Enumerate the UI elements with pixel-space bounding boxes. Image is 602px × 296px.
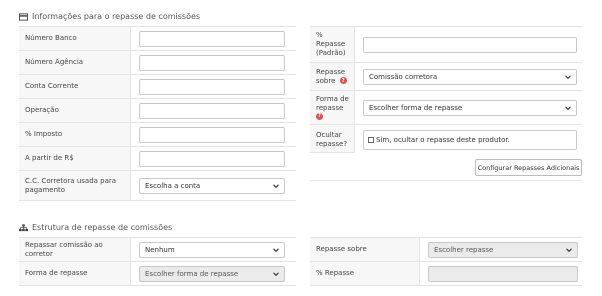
field-label: Repassar comissão ao corretor [19,238,131,261]
right-fields-table: % Repasse (Padrão) Repasse sobre ? Comis… [310,26,582,180]
repasse-sobre-select[interactable]: Comissão corretora [363,68,577,85]
chevron-down-icon [565,74,571,79]
numero-banco-input[interactable] [139,30,285,47]
chevron-down-icon [273,247,279,252]
configurar-repasses-button[interactable]: Configurar Repasses Adicionais [475,159,582,176]
field-row-conta-corrente: Conta Corrente [19,75,296,99]
field-row-numero-agencia: Número Agência [19,51,296,75]
estrutura-right-table: Repasse sobre Escolher repasse % Repasse [310,237,582,286]
chevron-down-icon [565,105,571,110]
credit-card-icon [19,12,28,21]
field-row-repasse-sobre-2: Repasse sobre Escolher repasse [310,238,582,262]
section-title-text: Estrutura de repasse de comissões [32,223,173,232]
chevron-down-icon [273,183,279,188]
repasse-sobre-select-2[interactable]: Escolher repasse [428,241,578,258]
operacao-input[interactable] [139,102,285,119]
select-value: Escolher repasse [434,245,494,254]
field-label: Ocultar repasse? [310,125,355,153]
percent-repasse-input[interactable] [363,36,577,53]
question-icon[interactable]: ? [316,113,323,120]
field-label: Repasse sobre [310,238,420,261]
field-row-percent-repasse-2: % Repasse [310,262,582,286]
sitemap-icon [19,223,28,231]
field-label: Forma de repasse [19,262,131,285]
conta-corrente-input[interactable] [139,78,285,95]
field-label: A partir de R$ [19,147,131,170]
select-value: Escolher forma de repasse [145,269,239,278]
select-value: Escolher forma de repasse [369,103,463,112]
field-label: % Repasse (Padrão) [310,27,355,62]
field-row-repassar-comissao: Repassar comissão ao corretor Nenhum [19,238,296,262]
imposto-input[interactable] [139,126,285,143]
field-row-numero-banco: Número Banco [19,27,296,51]
field-row-repasse-sobre: Repasse sobre ? Comissão corretora [310,63,582,91]
left-fields-table: Número Banco Número Agência Conta Corren… [19,26,296,201]
question-icon[interactable]: ? [339,77,347,85]
field-label: Número Banco [19,27,131,50]
repasse-sobre-label-cell: Repasse sobre ? [310,63,355,90]
repassar-comissao-select[interactable]: Nenhum [139,241,285,258]
field-label: % Repasse [310,262,420,285]
estrutura-left-table: Repassar comissão ao corretor Nenhum For… [19,237,296,286]
ocultar-repasse-checkbox[interactable] [368,137,374,143]
chevron-down-icon [566,247,572,252]
section-title-estrutura: Estrutura de repasse de comissões [19,223,172,232]
field-row-forma-repasse-2: Forma de repasse Escolher forma de repas… [19,262,296,286]
numero-agencia-input[interactable] [139,54,285,71]
field-label: Forma de repasse [316,95,349,112]
field-row-a-partir-de: A partir de R$ [19,147,296,171]
field-row-percent-repasse: % Repasse (Padrão) [310,27,582,63]
field-row-forma-repasse: Forma de repasse ? Escolher forma de rep… [310,91,582,125]
section-title-text: Informações para o repasse de comissões [32,12,201,21]
a-partir-de-input[interactable] [139,150,285,167]
field-row-imposto: % Imposto [19,123,296,147]
field-label: Conta Corrente [19,75,131,98]
field-label: Número Agência [19,51,131,74]
section-title-repasse-info: Informações para o repasse de comissões [19,12,200,21]
percent-repasse-input-2[interactable] [428,265,578,282]
checkbox-label: Sim, ocultar o repasse deste produtor. [376,136,510,144]
forma-repasse-select-2[interactable]: Escolher forma de repasse [139,265,285,282]
cc-corretora-select[interactable]: Escolha a conta [139,177,285,194]
forma-repasse-select[interactable]: Escolher forma de repasse [363,99,577,116]
field-label: % Imposto [19,123,131,146]
field-label: Operação [19,99,131,122]
ocultar-repasse-checkbox-field[interactable]: Sim, ocultar o repasse deste produtor. [363,130,577,150]
divider [310,180,582,181]
field-label: C.C. Corretora usada para pagamento [19,171,131,200]
chevron-down-icon [273,271,279,276]
select-value: Nenhum [145,245,175,254]
forma-repasse-label-cell: Forma de repasse ? [310,91,355,124]
select-value: Escolha a conta [145,181,201,190]
field-row-cc-corretora: C.C. Corretora usada para pagamento Esco… [19,171,296,201]
select-value: Comissão corretora [369,72,438,81]
field-row-operacao: Operação [19,99,296,123]
